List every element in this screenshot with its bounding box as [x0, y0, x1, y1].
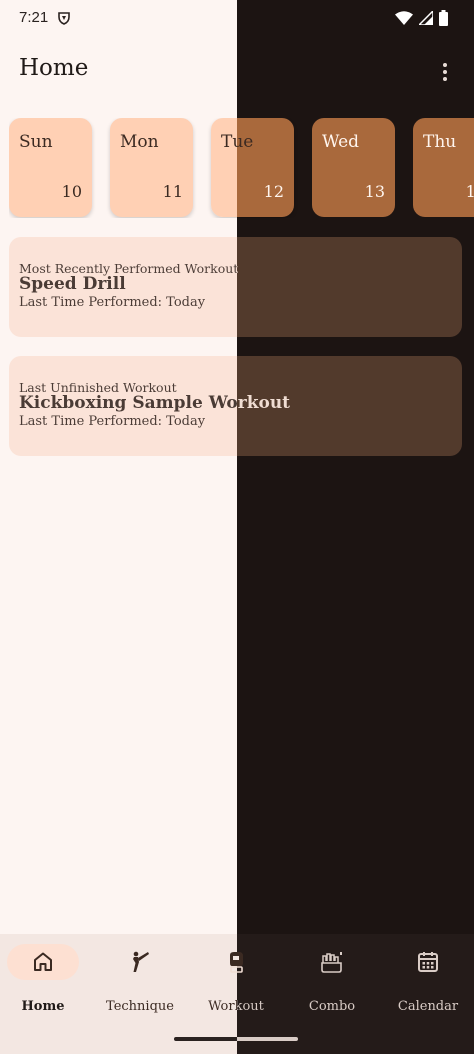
- recent-workout-card[interactable]: Most Recently Performed Workout Speed Dr…: [9, 237, 462, 337]
- page-title: Home: [19, 55, 89, 81]
- nav-home[interactable]: Home: [0, 944, 91, 1014]
- battery-icon: [439, 10, 448, 26]
- card-detail: Last Time Performed: Today: [19, 414, 206, 429]
- day-name: Sun: [19, 132, 53, 152]
- nav-label: Workout: [188, 999, 284, 1014]
- cellular-signal-icon: [419, 11, 433, 25]
- bottom-navigation: Home Technique Workout Combo Calendar: [0, 934, 474, 1054]
- day-selector: Sun 10 Mon 11 Tue 12 Wed 13 Thu 14: [9, 118, 474, 218]
- status-time: 7:21: [19, 9, 49, 26]
- more-vert-icon[interactable]: [434, 58, 456, 86]
- nav-calendar[interactable]: Calendar: [380, 944, 474, 1014]
- day-date: 11: [162, 182, 183, 201]
- day-date: 13: [364, 182, 385, 201]
- vpn-shield-icon: [58, 12, 70, 25]
- status-bar: 7:21: [0, 0, 474, 36]
- day-date: 12: [263, 182, 284, 201]
- day-card-mon[interactable]: Mon 11: [110, 118, 193, 217]
- nav-combo[interactable]: Combo: [284, 944, 380, 1014]
- day-card-wed[interactable]: Wed 13: [312, 118, 395, 217]
- day-name: Wed: [322, 132, 360, 152]
- card-title: Speed Drill: [19, 274, 126, 294]
- day-card-sun[interactable]: Sun 10: [9, 118, 92, 217]
- kick-icon: [133, 951, 149, 972]
- nav-label: Technique: [106, 999, 174, 1014]
- nav-workout[interactable]: Workout: [188, 944, 284, 1014]
- gesture-handle[interactable]: [174, 1037, 298, 1041]
- nav-label: Home: [21, 999, 65, 1014]
- wifi-icon: [395, 11, 413, 25]
- day-date: 10: [61, 182, 82, 201]
- nav-label: Calendar: [397, 999, 459, 1014]
- day-name: Mon: [120, 132, 159, 152]
- day-name: Thu: [423, 132, 457, 152]
- day-name: Tue: [221, 132, 254, 152]
- status-icons: [395, 10, 448, 26]
- home-icon: [34, 952, 52, 971]
- day-card-tue[interactable]: Tue 12: [211, 118, 294, 217]
- calendar-icon: [418, 952, 438, 972]
- card-detail: Last Time Performed: Today: [19, 295, 206, 310]
- unfinished-workout-card[interactable]: Last Unfinished Workout Kickboxing Sampl…: [9, 356, 462, 456]
- nav-technique[interactable]: Technique: [92, 944, 188, 1014]
- nav-label: Combo: [308, 999, 356, 1014]
- day-date: 14: [465, 182, 474, 201]
- combo-icon: [321, 952, 342, 973]
- boxing-glove-icon: [230, 952, 243, 973]
- card-title: Kickboxing Sample Workout: [19, 393, 291, 413]
- day-card-thu[interactable]: Thu 14: [413, 118, 474, 217]
